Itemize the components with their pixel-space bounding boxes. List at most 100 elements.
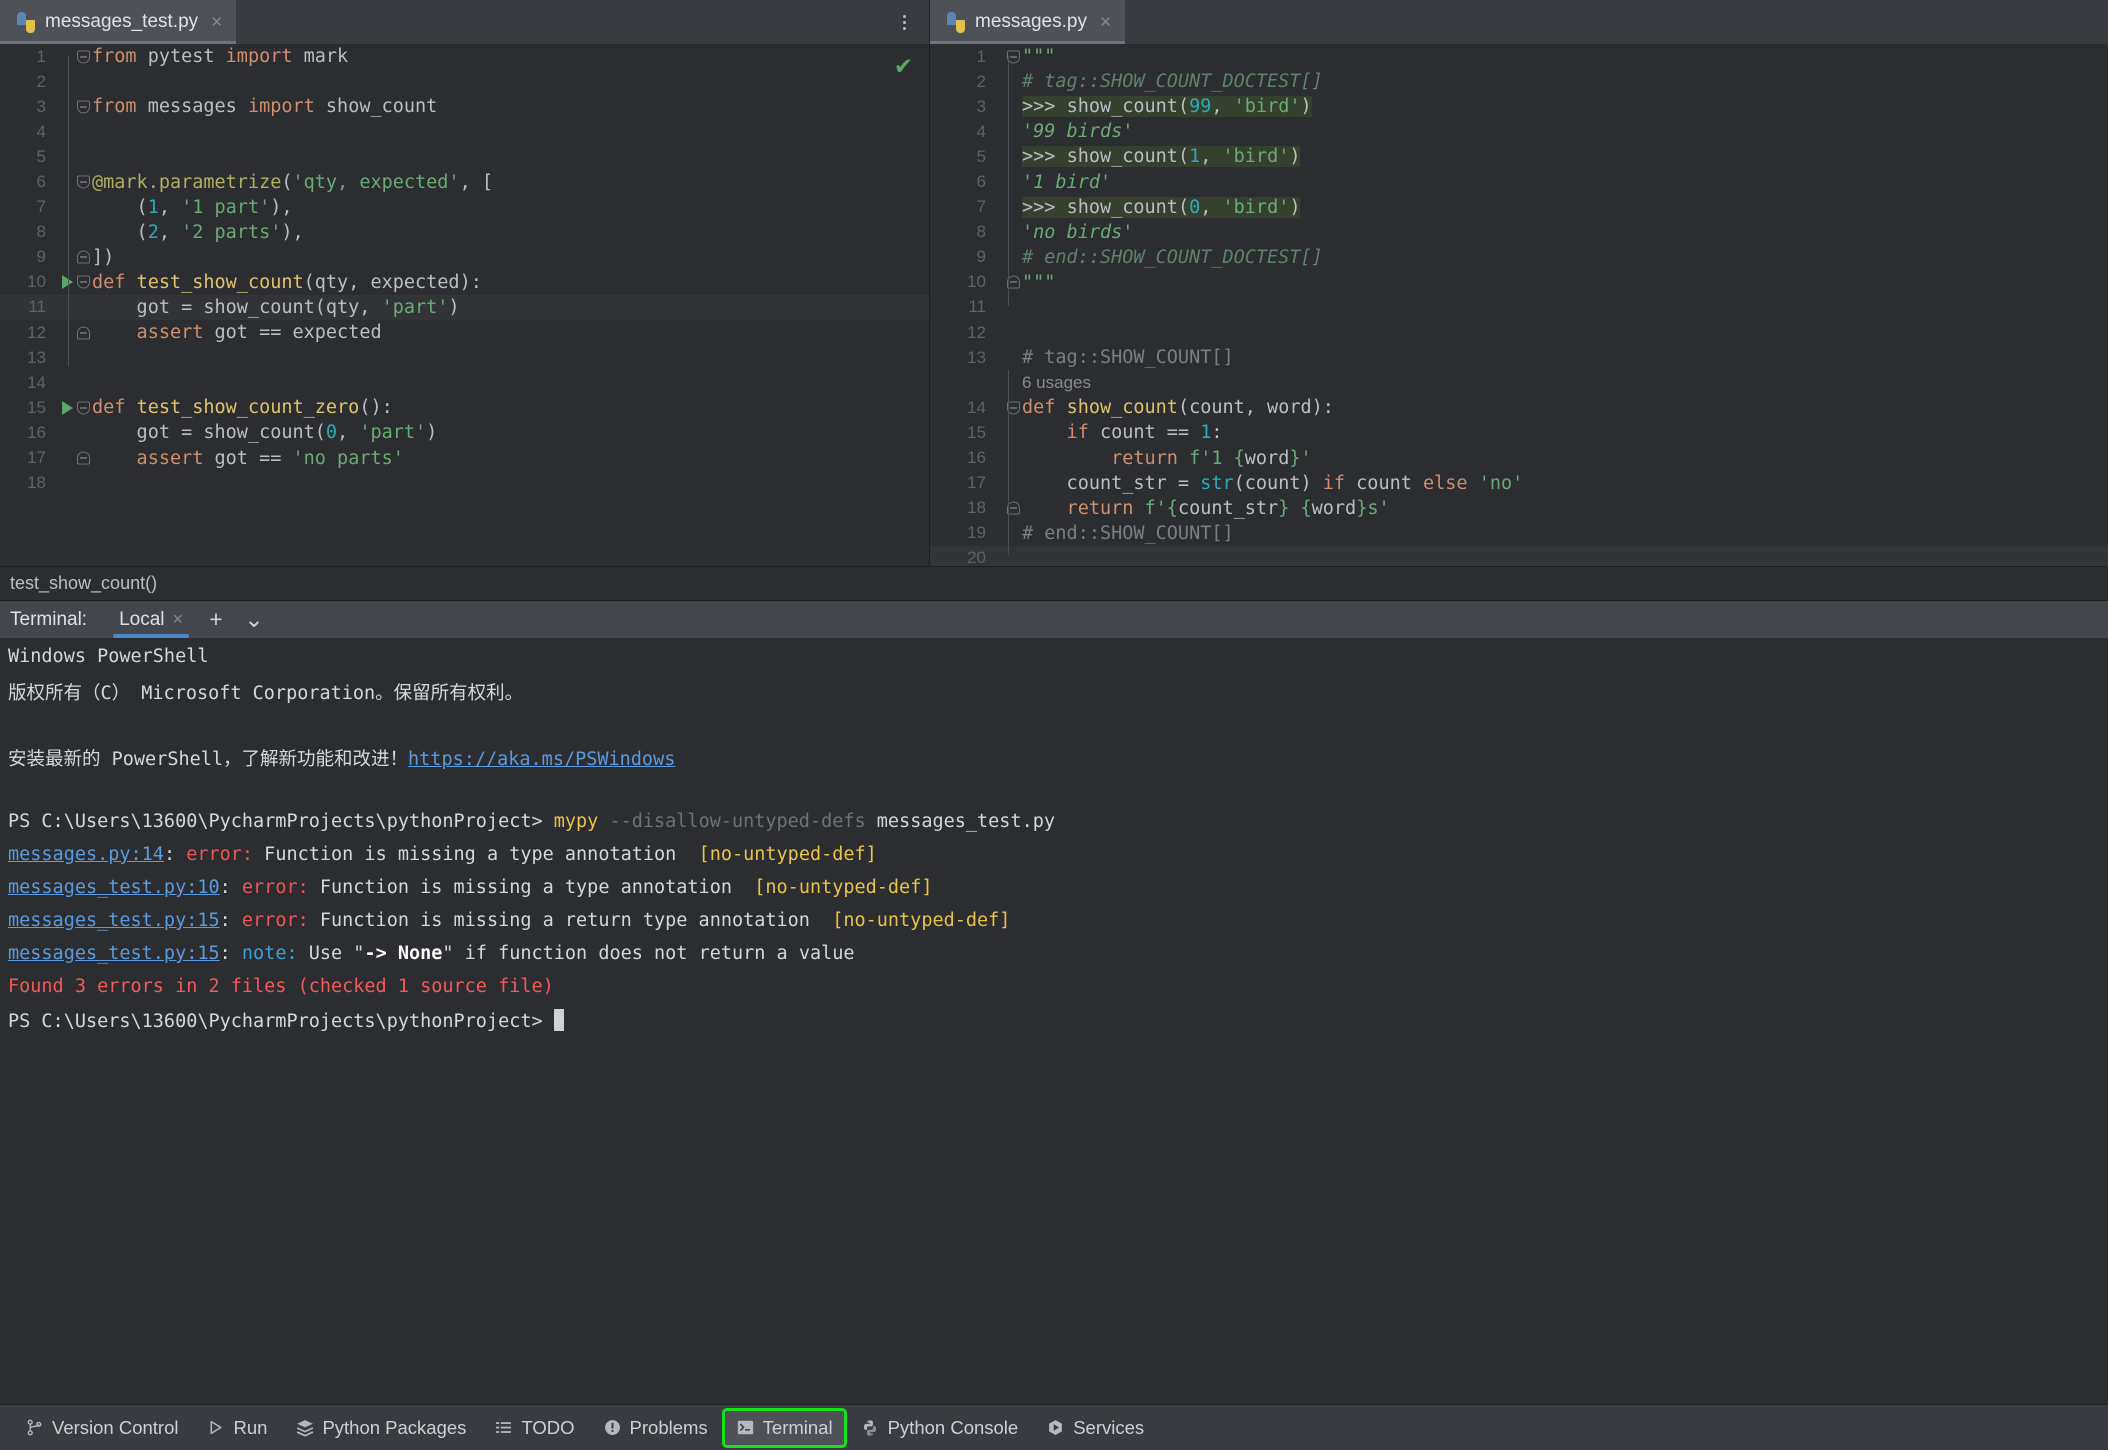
close-icon[interactable]: × (173, 609, 184, 630)
fold-open-icon[interactable] (77, 275, 90, 289)
gutter-marks[interactable] (996, 94, 1022, 119)
gutter-marks[interactable] (56, 395, 92, 420)
gutter-marks[interactable] (996, 345, 1022, 370)
fold-open-icon[interactable] (77, 401, 90, 415)
code-line[interactable]: 15 def test_show_count_zero(): (0, 395, 929, 420)
gutter-marks[interactable] (56, 295, 92, 320)
status-bar-item-problems[interactable]: Problems (592, 1411, 719, 1445)
code-line[interactable]: 11 got = show_count(qty, 'part') (0, 294, 929, 321)
gutter-marks[interactable] (996, 496, 1022, 521)
code-line[interactable]: 4 '99 birds' (930, 119, 2108, 144)
status-bar-item-run[interactable]: Run (195, 1411, 278, 1445)
code-line[interactable]: 1 """ (930, 44, 2108, 69)
code-line[interactable]: 2 # tag::SHOW_COUNT_DOCTEST[] (930, 69, 2108, 94)
code-line[interactable]: 9 # end::SHOW_COUNT_DOCTEST[] (930, 245, 2108, 270)
gutter-marks[interactable] (56, 420, 92, 445)
gutter-marks[interactable] (996, 44, 1022, 69)
status-bar-item-python-packages[interactable]: Python Packages (284, 1411, 477, 1445)
code-line[interactable]: 8 (2, '2 parts'), (0, 220, 929, 245)
code-line[interactable]: 5 (0, 144, 929, 169)
code-line[interactable]: 20 (930, 545, 2108, 566)
code-line[interactable]: 12 assert got == expected (0, 320, 929, 345)
code-line[interactable]: 8 'no birds' (930, 220, 2108, 245)
gutter-marks[interactable] (56, 195, 92, 220)
chevron-down-icon[interactable]: ⌄ (237, 601, 271, 638)
gutter-marks[interactable] (56, 270, 92, 295)
code-line[interactable]: 18 (0, 471, 929, 496)
gutter-marks[interactable] (56, 44, 92, 69)
code-line[interactable]: 13 (0, 345, 929, 370)
code-line[interactable]: 15 if count == 1: (930, 420, 2108, 445)
gutter-marks[interactable] (996, 471, 1022, 496)
gutter-marks[interactable] (56, 471, 92, 496)
file-link[interactable]: messages_test.py:15 (8, 910, 220, 931)
fold-open-icon[interactable] (77, 175, 90, 189)
code-line[interactable]: 13 # tag::SHOW_COUNT[] (930, 345, 2108, 370)
gutter-marks[interactable] (56, 245, 92, 270)
status-bar-item-services[interactable]: Services (1035, 1411, 1155, 1445)
gutter-marks[interactable] (996, 420, 1022, 445)
code-line[interactable]: 4 (0, 119, 929, 144)
more-options-icon[interactable] (891, 0, 917, 44)
code-line[interactable]: 10 """ (930, 270, 2108, 295)
gutter-marks[interactable] (996, 270, 1022, 295)
code-line[interactable]: 17 count_str = str(count) if count else … (930, 471, 2108, 496)
code-line[interactable]: 12 (930, 320, 2108, 345)
tab-messages-py[interactable]: messages.py × (930, 0, 1126, 44)
code-line[interactable]: 6 @mark.parametrize('qty, expected', [ (0, 169, 929, 194)
code-line[interactable]: 14 def show_count(count, word): (930, 395, 2108, 420)
gutter-marks[interactable] (56, 446, 92, 471)
gutter-marks[interactable] (996, 119, 1022, 144)
left-code-area[interactable]: ✔ 1 from pytest import mark 2 3 from message… (0, 44, 929, 566)
code-line[interactable]: 17 assert got == 'no parts' (0, 446, 929, 471)
status-bar-item-python-console[interactable]: Python Console (850, 1411, 1030, 1445)
gutter-marks[interactable] (56, 169, 92, 194)
code-line[interactable]: 3 >>> show_count(99, 'bird') (930, 94, 2108, 119)
fold-close-icon[interactable] (77, 250, 90, 264)
code-line[interactable]: 6 '1 bird' (930, 169, 2108, 194)
gutter-marks[interactable] (996, 169, 1022, 194)
file-link[interactable]: messages.py:14 (8, 844, 164, 865)
close-icon[interactable]: × (211, 13, 222, 32)
fold-open-icon[interactable] (77, 100, 90, 114)
status-bar-item-terminal[interactable]: Terminal (721, 1407, 847, 1448)
gutter-marks[interactable] (996, 295, 1022, 320)
fold-open-icon[interactable] (77, 50, 90, 64)
gutter-marks[interactable] (56, 370, 92, 395)
gutter-marks[interactable] (996, 320, 1022, 345)
code-line[interactable]: 18 return f'{count_str} {word}s' (930, 496, 2108, 521)
fold-close-icon[interactable] (77, 451, 90, 465)
code-line[interactable]: 9]) (0, 245, 929, 270)
right-code-area[interactable]: 1 """ 2 # tag::SHOW_COUNT_DOCTEST[] 3 >>> sho… (930, 44, 2108, 566)
file-link[interactable]: https://aka.ms/PSWindows (408, 749, 675, 770)
fold-close-icon[interactable] (77, 326, 90, 340)
close-icon[interactable]: × (1100, 13, 1111, 32)
run-test-icon[interactable] (62, 400, 73, 415)
add-terminal-button[interactable]: + (199, 601, 233, 638)
code-line[interactable]: 16 got = show_count(0, 'part') (0, 420, 929, 445)
terminal-tab-local[interactable]: Local × (107, 601, 195, 638)
gutter-marks[interactable] (996, 220, 1022, 245)
gutter-marks[interactable] (996, 245, 1022, 270)
gutter-marks[interactable] (56, 220, 92, 245)
gutter-marks[interactable] (56, 119, 92, 144)
code-line[interactable]: 10 def test_show_count(qty, expected): (0, 270, 929, 295)
file-link[interactable]: messages_test.py:15 (8, 943, 220, 964)
gutter-marks[interactable] (996, 395, 1022, 420)
gutter-marks[interactable] (56, 345, 92, 370)
code-line[interactable]: 7 (1, '1 part'), (0, 195, 929, 220)
code-line[interactable]: 1 from pytest import mark (0, 44, 929, 69)
code-vision-usages[interactable]: . 6 usages (930, 370, 2108, 395)
code-line[interactable]: 14 (0, 370, 929, 395)
code-line[interactable]: 11 (930, 295, 2108, 320)
file-link[interactable]: messages_test.py:10 (8, 877, 220, 898)
code-line[interactable]: 19 # end::SHOW_COUNT[] (930, 521, 2108, 546)
status-bar-item-version-control[interactable]: Version Control (14, 1411, 189, 1445)
tab-messages-test-py[interactable]: messages_test.py × (0, 0, 237, 44)
gutter-marks[interactable] (56, 144, 92, 169)
code-line[interactable]: 3 from messages import show_count (0, 94, 929, 119)
code-line[interactable]: 5 >>> show_count(1, 'bird') (930, 144, 2108, 169)
gutter-marks[interactable] (996, 446, 1022, 471)
gutter-marks[interactable] (996, 144, 1022, 169)
code-line[interactable]: 2 (0, 69, 929, 94)
